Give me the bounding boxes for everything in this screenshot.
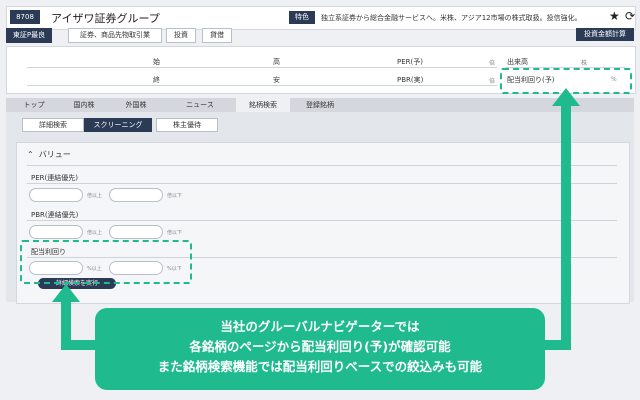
dividend-yield-highlight [500, 68, 632, 94]
tab-top[interactable]: トップ [14, 98, 54, 112]
dividend-filter-highlight [20, 240, 192, 284]
stock-header: 8708 アイザワ証券グループ 特色 独立系証券から総合金融サービスへ。米株、ア… [6, 6, 636, 30]
section-divider [27, 165, 617, 166]
high-label: 高 [273, 58, 280, 66]
per-label: PER(予) [397, 58, 423, 66]
tab-shareholder-benefits[interactable]: 株主優待 [156, 118, 218, 132]
valuation-title: バリュー [38, 150, 71, 159]
callout-box: 当社のグルーバルナビゲーターでは 各銘柄のページから配当利回り(予)が確認可能 … [95, 308, 545, 390]
pbr-label: PBR(実) [397, 76, 424, 84]
pbr-max-unit: 倍以下 [167, 230, 183, 236]
chevron-up-icon: ⌃ [27, 150, 34, 159]
volume-unit: 株 [581, 60, 588, 67]
feature-badge: 特色 [289, 11, 315, 24]
left-arrow-connector [61, 340, 97, 350]
tab-news[interactable]: ニュース [176, 98, 224, 112]
field-divider [27, 183, 617, 184]
pbr-min-input[interactable] [29, 225, 83, 239]
tab-detailed-search[interactable]: 詳細検索 [22, 118, 84, 132]
subnav-industry[interactable]: 証券、商品先物取引業 [68, 28, 162, 43]
callout-line-2: 各銘柄のページから配当利回り(予)が確認可能 [189, 339, 451, 354]
low-label: 安 [273, 76, 280, 84]
close-label: 終 [153, 76, 160, 84]
stock-subnav: 東証P最良 証券、商品先物取引業 投資 貸借 投資金額計算 [6, 28, 634, 43]
callout-line-1: 当社のグルーバルナビゲーターでは [220, 319, 420, 334]
per-unit: 倍 [489, 60, 496, 67]
tab-stock-search[interactable]: 銘柄検索 [236, 98, 290, 112]
subnav-investment[interactable]: 投資 [166, 28, 196, 43]
subnav-market[interactable]: 東証P最良 [6, 28, 52, 43]
star-icon[interactable]: ★ [609, 9, 620, 23]
subnav-lending[interactable]: 貸借 [202, 28, 232, 43]
price-divider [27, 67, 497, 68]
tab-domestic[interactable]: 国内株 [64, 98, 104, 112]
right-arrow-connector [545, 340, 571, 350]
main-tabs: トップ 国内株 外国株 ニュース 銘柄検索 登録銘柄 [6, 98, 634, 112]
pbr-unit: 倍 [489, 78, 496, 85]
pbr-max-input[interactable] [109, 225, 163, 239]
field-divider [27, 220, 617, 221]
open-label: 始 [153, 58, 160, 66]
tab-registered[interactable]: 登録銘柄 [296, 98, 344, 112]
tab-foreign[interactable]: 外国株 [116, 98, 156, 112]
app-frame: 8708 アイザワ証券グループ 特色 独立系証券から総合金融サービスへ。米株、ア… [0, 0, 640, 400]
price-divider [27, 85, 497, 86]
company-name: アイザワ証券グループ [51, 12, 160, 25]
valuation-section-header[interactable]: ⌃ バリュー [27, 149, 71, 160]
feature-description: 独立系証券から総合金融サービスへ。米株、アジア12市場の株式取扱。投信強化。 [321, 14, 582, 22]
per-filter-label: PER(連結優先) [31, 174, 78, 182]
pbr-min-unit: 倍以上 [87, 230, 103, 236]
investment-calc-button[interactable]: 投資金額計算 [576, 28, 634, 41]
per-max-unit: 倍以下 [167, 193, 183, 199]
stock-code-badge: 8708 [10, 10, 40, 24]
callout-line-3: また銘柄検索機能では配当利回りベースでの絞込みも可能 [157, 359, 483, 374]
pbr-filter-label: PBR(連結優先) [31, 211, 79, 219]
per-min-unit: 倍以上 [87, 193, 103, 199]
per-max-input[interactable] [109, 188, 163, 202]
left-arrow-shaft [61, 300, 71, 350]
tab-screening[interactable]: スクリーニング [84, 118, 152, 132]
volume-label: 出来高 [507, 58, 528, 66]
per-min-input[interactable] [29, 188, 83, 202]
refresh-icon[interactable]: ⟳ [625, 9, 635, 23]
